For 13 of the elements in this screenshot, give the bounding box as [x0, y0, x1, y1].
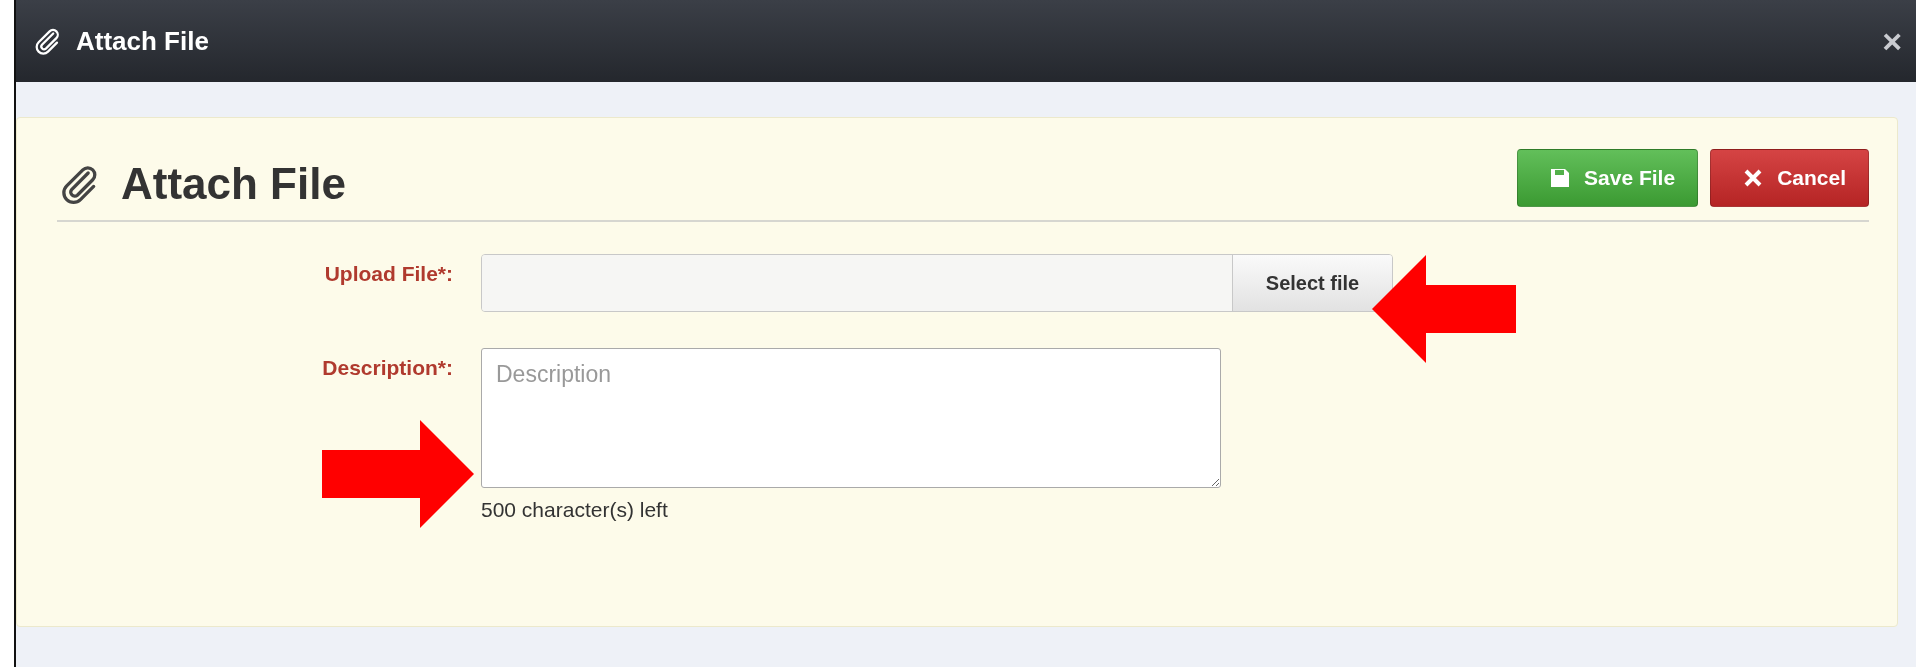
cancel-button[interactable]: Cancel [1710, 149, 1869, 207]
page-heading: Attach File [121, 159, 347, 209]
field-label: Upload File*: [323, 261, 453, 286]
window-title: Attach File [76, 25, 210, 57]
field-label: Description*: [321, 355, 453, 380]
arrow-icon [1372, 255, 1516, 363]
file-input-field[interactable]: Select file [481, 254, 1393, 312]
character-counter: 500 character(s) left [481, 498, 669, 522]
close-icon [1743, 168, 1764, 188]
arrow-icon [322, 420, 474, 528]
close-button[interactable]: × [1882, 24, 1902, 58]
description-field[interactable]: Description [481, 348, 1221, 488]
select-file-button[interactable]: Select file [1232, 255, 1392, 311]
